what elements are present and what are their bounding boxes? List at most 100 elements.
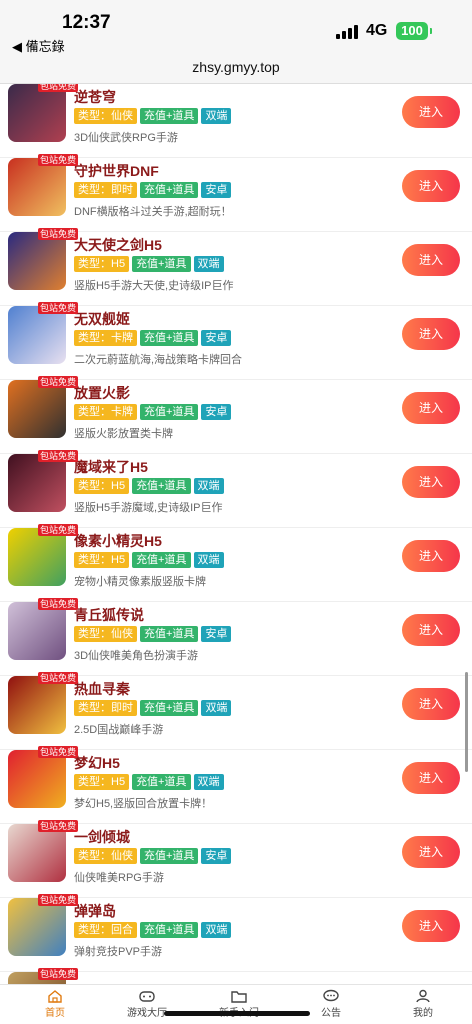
game-tags: 类型：回合 充值+道具 双端 — [74, 922, 232, 938]
clock: 12:37 — [62, 12, 111, 33]
enter-button[interactable]: 进入 — [402, 96, 460, 128]
game-title[interactable]: 守护世界DNF — [74, 161, 159, 181]
game-tags: 类型：仙侠 充值+道具 双端 — [74, 108, 232, 124]
platform-tag: 安卓 — [201, 330, 232, 346]
tab-home[interactable]: 首页 — [15, 989, 95, 1019]
enter-button[interactable]: 进入 — [402, 910, 460, 942]
game-row[interactable]: 包站免费 魔域来了H5 类型：H5 充值+道具 双端竖版H5手游魔域,史诗级IP巨作 进入 — [0, 450, 472, 528]
game-row[interactable]: 包站免费 大天使之剑H5 类型：H5 充值+道具 双端 竖版H5手游大天使,史诗级IP巨作… — [0, 228, 472, 306]
game-row[interactable]: 包站免费 一剑倾城 类型：仙侠 充值+道具 安卓 仙侠唯美RPG手游 进入 — [0, 820, 472, 898]
payment-tag: 充值+道具 — [140, 330, 199, 346]
game-thumbnail[interactable] — [8, 676, 66, 734]
type-tag: 类型：仙侠 — [74, 626, 137, 642]
game-title[interactable]: 魔域来了H5 — [74, 457, 148, 477]
game-description: 二次元蔚蓝航海,海战策略卡牌回合 — [74, 354, 243, 366]
game-row[interactable]: 包站免费 放置火影 类型：卡牌 充值+道具 安卓竖版火影放置类卡牌 进入 — [0, 376, 472, 454]
payment-tag: 充值+道具 — [140, 108, 199, 124]
type-tag: 类型：卡牌 — [74, 404, 137, 420]
game-row[interactable]: 包站免费 无双舰姬 类型：卡牌 充值+道具 安卓 二次元蔚蓝航海,海战策略卡牌回合 进入 — [0, 302, 472, 380]
game-tags: 类型：卡牌 充值+道具 安卓 — [74, 404, 232, 420]
payment-tag: 充值+道具 — [132, 256, 191, 272]
platform-tag: 双端 — [201, 700, 232, 716]
game-title[interactable]: 逆苍穹 — [74, 87, 116, 107]
chat-icon — [291, 989, 371, 1003]
enter-button[interactable]: 进入 — [402, 466, 460, 498]
payment-tag: 充值+道具 — [140, 182, 199, 198]
game-title[interactable]: 一剑倾城 — [74, 827, 130, 847]
game-thumbnail[interactable] — [8, 898, 66, 956]
enter-button[interactable]: 进入 — [402, 688, 460, 720]
enter-button[interactable]: 进入 — [402, 614, 460, 646]
game-tags: 类型：H5 充值+道具 双端 — [74, 478, 224, 494]
type-tag: 类型：即时 — [74, 182, 137, 198]
home-icon — [15, 989, 95, 1003]
enter-button[interactable]: 进入 — [402, 392, 460, 424]
game-list: 包站免费 逆苍穹 类型：仙侠 充值+道具 双端 3D仙侠武侠RPG手游 进入 包站免费 守护世界… — [0, 84, 472, 984]
payment-tag: 充值+道具 — [132, 552, 191, 568]
game-thumbnail[interactable] — [8, 306, 66, 364]
type-tag: 类型：H5 — [74, 256, 130, 272]
free-badge: 包站免费 — [38, 376, 79, 388]
game-title[interactable]: 梦幻H5 — [74, 753, 120, 773]
game-row[interactable]: 包站免费 守护世界DNF 类型：即时 充值+道具 安卓 DNF横版格斗过关手游,超耐玩！ 进… — [0, 154, 472, 232]
game-tags: 类型：仙侠 充值+道具 安卓 — [74, 848, 232, 864]
payment-tag: 充值+道具 — [140, 848, 199, 864]
game-row[interactable]: 包站免费 — [0, 968, 472, 984]
platform-tag: 双端 — [193, 478, 224, 494]
tab-user[interactable]: 我的 — [383, 989, 463, 1019]
game-description: 竖版火影放置类卡牌 — [74, 428, 173, 440]
free-badge: 包站免费 — [38, 968, 79, 980]
game-title[interactable]: 放置火影 — [74, 383, 130, 403]
game-description: 竖版H5手游魔域,史诗级IP巨作 — [74, 502, 223, 514]
game-tags: 类型：H5 充值+道具 双端 — [74, 552, 224, 568]
game-thumbnail[interactable] — [8, 380, 66, 438]
folder-icon — [199, 989, 279, 1003]
game-tags: 类型：H5 充值+道具 双端 — [74, 774, 224, 790]
enter-button[interactable]: 进入 — [402, 318, 460, 350]
enter-button[interactable]: 进入 — [402, 170, 460, 202]
free-badge: 包站免费 — [38, 894, 79, 906]
free-badge: 包站免费 — [38, 228, 79, 240]
game-title[interactable]: 大天使之剑H5 — [74, 235, 162, 255]
game-row[interactable]: 包站免费 青丘狐传说 类型：仙侠 充值+道具 安卓 3D仙侠唯美角色扮演手游 进入 — [0, 598, 472, 676]
enter-button[interactable]: 进入 — [402, 762, 460, 794]
payment-tag: 充值+道具 — [140, 922, 199, 938]
game-row[interactable]: 包站免费 弹弹岛 类型：回合 充值+道具 双端 弹射竞技PVP手游 进入 — [0, 894, 472, 972]
game-title[interactable]: 无双舰姬 — [74, 309, 130, 329]
address-bar[interactable]: zhsy.gmyy.top — [0, 58, 472, 84]
enter-button[interactable]: 进入 — [402, 244, 460, 276]
game-title[interactable]: 热血寻秦 — [74, 679, 130, 699]
type-tag: 类型：H5 — [74, 774, 130, 790]
enter-button[interactable]: 进入 — [402, 540, 460, 572]
game-thumbnail[interactable] — [8, 232, 66, 290]
payment-tag: 充值+道具 — [132, 478, 191, 494]
free-badge: 包站免费 — [38, 84, 79, 92]
scrollbar[interactable] — [465, 672, 468, 772]
free-badge: 包站免费 — [38, 820, 79, 832]
game-thumbnail[interactable] — [8, 454, 66, 512]
game-title[interactable]: 弹弹岛 — [74, 901, 116, 921]
home-indicator[interactable] — [164, 1011, 310, 1016]
free-badge: 包站免费 — [38, 450, 79, 462]
game-thumbnail[interactable] — [8, 158, 66, 216]
game-thumbnail[interactable] — [8, 84, 66, 142]
status-bar: 12:37 ◀ 備忘錄 4G 100 — [0, 0, 472, 58]
back-to-app-link[interactable]: ◀ 備忘錄 — [12, 36, 65, 55]
game-thumbnail[interactable] — [8, 750, 66, 808]
game-row[interactable]: 包站免费 逆苍穹 类型：仙侠 充值+道具 双端 3D仙侠武侠RPG手游 进入 — [0, 84, 472, 158]
game-thumbnail[interactable] — [8, 528, 66, 586]
enter-button[interactable]: 进入 — [402, 836, 460, 868]
game-description: DNF横版格斗过关手游,超耐玩！ — [74, 206, 232, 218]
game-row[interactable]: 包站免费 像素小精灵H5 类型：H5 充值+道具 双端 宠物小精灵像素版竖版卡牌 进入 — [0, 524, 472, 602]
type-tag: 类型：H5 — [74, 552, 130, 568]
game-row[interactable]: 包站免费 热血寻秦 类型：即时 充值+道具 双端 2.5D国战巅峰手游 进入 — [0, 672, 472, 750]
game-description: 竖版H5手游大天使,史诗级IP巨作 — [74, 280, 234, 292]
game-thumbnail[interactable] — [8, 824, 66, 882]
game-row[interactable]: 包站免费 梦幻H5 类型：H5 充值+道具 双端 梦幻H5,竖版回合放置卡牌！ 进入 — [0, 746, 472, 824]
platform-tag: 安卓 — [201, 626, 232, 642]
game-description: 梦幻H5,竖版回合放置卡牌！ — [74, 798, 213, 810]
game-title[interactable]: 青丘狐传说 — [74, 605, 144, 625]
game-description: 宠物小精灵像素版竖版卡牌 — [74, 576, 206, 588]
game-thumbnail[interactable] — [8, 602, 66, 660]
game-title[interactable]: 像素小精灵H5 — [74, 531, 162, 551]
